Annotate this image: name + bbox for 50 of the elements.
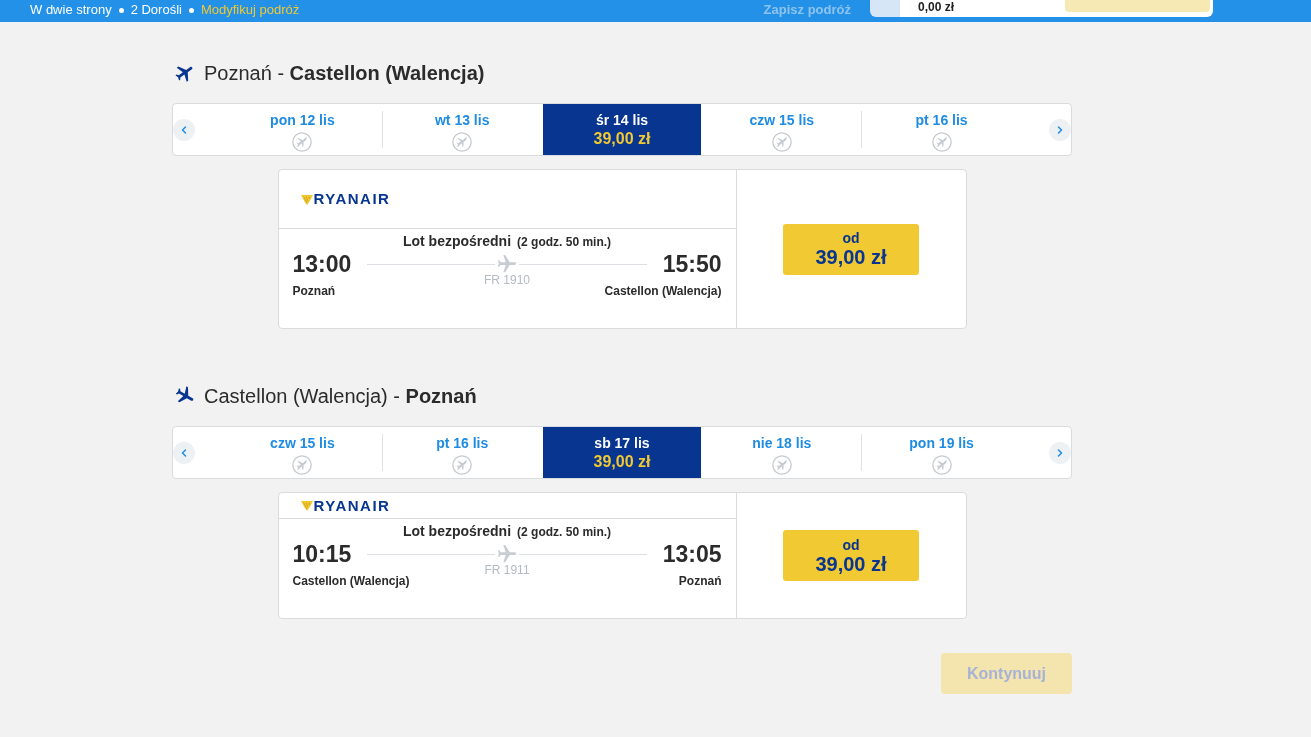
arrival-time: 13:05	[662, 541, 722, 567]
date-tab[interactable]: czw 15 lis	[702, 104, 862, 155]
arrival-city: Castellon (Walencja)	[604, 284, 722, 298]
airline-logo: RYANAIR	[300, 191, 391, 207]
route-title: Castellon (Walencja) - Poznań	[204, 384, 477, 408]
route-title: Poznań - Castellon (Walencja)	[204, 61, 485, 85]
date-tab[interactable]: sb 17 lis 39,00 zł	[542, 427, 702, 478]
previous-button[interactable]	[173, 441, 195, 464]
no-flights-icon	[771, 132, 792, 152]
trip-summary-text: 2 Dorośli	[130, 2, 182, 18]
plane-icon	[497, 544, 517, 564]
no-flights-icon	[771, 455, 792, 475]
date-tab[interactable]: pon 19 lis	[862, 427, 1021, 478]
no-flights-icon	[292, 455, 313, 475]
date-tab[interactable]: wt 13 lis	[382, 104, 542, 155]
duration-text: (2 godz. 50 min.)	[517, 234, 612, 250]
date-tab[interactable]: nie 18 lis	[702, 427, 862, 478]
date-tab[interactable]: śr 14 lis 39,00 zł	[542, 104, 702, 155]
departure-time: 13:00	[292, 251, 352, 277]
price-button[interactable]: od 39,00 zł	[783, 223, 919, 275]
flight-number: FR 1910	[484, 273, 530, 287]
departure-city: Poznań	[292, 284, 336, 298]
no-flights-icon	[452, 132, 473, 152]
departure-time: 10:15	[292, 541, 352, 567]
date-tab[interactable]: pt 16 lis	[862, 104, 1021, 155]
no-flights-icon	[452, 455, 473, 475]
route-type-text: Lot bezpośredni	[402, 523, 512, 539]
plane-icon	[497, 254, 517, 274]
price-button[interactable]: od 39,00 zł	[783, 530, 919, 581]
previous-button[interactable]	[173, 118, 195, 141]
departure-city: Castellon (Walencja)	[292, 574, 410, 588]
trip-summary-text: W dwie strony	[30, 2, 112, 18]
date-tab[interactable]: pt 16 lis	[382, 427, 542, 478]
no-flights-icon	[931, 455, 952, 475]
next-button[interactable]	[1049, 118, 1071, 141]
total-price: 0,00 zł	[918, 0, 955, 15]
dot-icon	[188, 7, 194, 13]
flight-number: FR 1911	[484, 563, 530, 577]
next-button[interactable]	[1049, 441, 1071, 464]
no-flights-icon	[292, 132, 313, 152]
date-tab[interactable]: czw 15 lis	[223, 427, 382, 478]
airline-logo: RYANAIR	[300, 497, 391, 514]
arrival-time: 15:50	[662, 251, 722, 277]
duration-text: (2 godz. 50 min.)	[517, 524, 612, 540]
modify-trip-link[interactable]: Modyfikuj podróż	[200, 2, 300, 18]
route-type-text: Lot bezpośredni	[402, 233, 512, 249]
arrival-city: Poznań	[678, 574, 722, 588]
dot-icon	[118, 7, 124, 13]
no-flights-icon	[931, 132, 952, 152]
date-tab[interactable]: pon 12 lis	[223, 104, 382, 155]
